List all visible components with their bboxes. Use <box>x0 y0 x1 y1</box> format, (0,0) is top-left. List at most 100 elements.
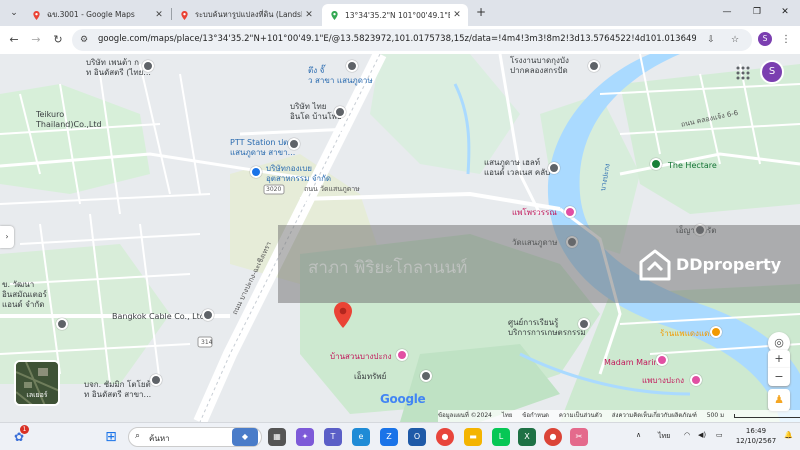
wifi-icon[interactable]: ◠ <box>684 431 690 439</box>
search-highlight-icon[interactable]: ◆ <box>232 428 258 446</box>
tab-landsmap[interactable]: ระบบค้นหารูปแปลงที่ดิน (LandsMap ✕ <box>172 4 320 26</box>
poi-marker[interactable] <box>420 370 432 382</box>
label-road-number: 3020 <box>266 186 282 193</box>
account-avatar[interactable]: S <box>760 60 784 84</box>
zoom-in-button[interactable]: + <box>768 350 790 368</box>
google-apps-icon[interactable] <box>736 66 750 80</box>
label-school: โรงงานบาดกุงบัง ปากคลองสกรปัด <box>510 56 569 75</box>
profile-avatar[interactable]: S <box>758 32 772 46</box>
feedback-link[interactable]: ส่งความคิดเห็นเกี่ยวกับผลิตภัณฑ์ <box>612 412 697 419</box>
windows-taskbar: ✿ 1 ⊞ ⌕ ค้นหา ◆ ▦ ✦ T e Z O ● ▬ L X ● ✂ … <box>0 422 800 450</box>
chrome-icon[interactable]: ● <box>436 428 454 446</box>
outlook-icon[interactable]: O <box>408 428 426 446</box>
poi-marker[interactable] <box>150 374 162 386</box>
new-tab-button[interactable]: + <box>474 5 488 19</box>
task-view-icon[interactable]: ▦ <box>268 428 286 446</box>
back-button[interactable]: ← <box>6 32 22 48</box>
poi-marker[interactable] <box>142 60 154 72</box>
label-teikuro: Teikuro Thailand)Co.,Ltd <box>36 110 102 129</box>
edge-icon[interactable]: e <box>352 428 370 446</box>
site-info-icon[interactable]: ⚙ <box>80 34 92 46</box>
bookmark-star-icon[interactable]: ☆ <box>728 33 742 47</box>
url-text[interactable]: google.com/maps/place/13°34'35.2"N+101°0… <box>98 34 696 44</box>
poi-marker[interactable] <box>564 206 576 218</box>
file-explorer-icon[interactable]: ▬ <box>464 428 482 446</box>
privacy-link[interactable]: ความเป็นส่วนตัว <box>559 412 602 419</box>
label-tiwa-park: บ้านสวนบางปะกง <box>330 352 392 361</box>
tab-close-icon[interactable]: ✕ <box>152 10 166 20</box>
tab-close-icon[interactable]: ✕ <box>450 10 464 20</box>
notification-badge: 1 <box>20 425 29 434</box>
poi-marker[interactable] <box>650 158 662 170</box>
minimize-button[interactable]: — <box>716 5 738 19</box>
poi-marker[interactable] <box>710 326 722 338</box>
watermark-agent-name: สาภา พิริยะโกลานนท์ <box>308 258 468 278</box>
google-logo: Google <box>380 392 426 406</box>
start-menu-icon[interactable]: ⊞ <box>102 428 120 446</box>
language-indicator[interactable]: ไทย <box>658 431 670 442</box>
label-enmart: เอ็มทรัพย์ <box>354 372 387 381</box>
zoom-out-button[interactable]: − <box>768 368 790 386</box>
poi-marker[interactable] <box>548 162 560 174</box>
poi-marker[interactable] <box>656 354 668 366</box>
google-logo-text: Google <box>380 392 426 406</box>
restore-button[interactable]: ❐ <box>746 5 768 19</box>
zoom-icon[interactable]: Z <box>380 428 398 446</box>
terms-link[interactable]: ข้อกำหนด <box>522 412 549 419</box>
street-view-pegman-icon[interactable]: ♟ <box>768 389 790 411</box>
label-ptt-sub: บริษัทกองเบย อุตสาหกรรม จำกัด <box>266 164 332 183</box>
poi-marker[interactable] <box>396 349 408 361</box>
poi-marker[interactable] <box>690 374 702 386</box>
system-clock[interactable]: 16:49 12/10/2567 <box>732 426 780 446</box>
label-top-left-company: บริษัท เพนต้า ก ท อินดัสตรี (ไทย... <box>86 58 151 77</box>
forward-button[interactable]: → <box>28 32 44 48</box>
label-road-code: 314 <box>201 339 213 346</box>
poi-marker[interactable] <box>334 106 346 118</box>
snipping-tool-icon[interactable]: ✂ <box>570 428 588 446</box>
battery-icon[interactable]: ▭ <box>716 431 723 439</box>
teams-icon[interactable]: T <box>324 428 342 446</box>
label-orange-place: ร้านแพแดงแดง <box>660 329 714 338</box>
label-left-bottom: บจก. ชัมมิก โตโยต้ ท อินดัสตรี สาขา... <box>84 380 152 399</box>
watermark-brand: DDproperty <box>676 255 782 274</box>
ddproperty-logo-icon <box>639 249 671 281</box>
browser-menu-icon[interactable]: ⋮ <box>780 32 792 48</box>
label-madam-marine: Madam Marine <box>604 358 664 367</box>
poi-marker[interactable] <box>578 318 590 330</box>
country-link[interactable]: ไทย <box>502 412 513 419</box>
poi-marker[interactable] <box>250 166 262 178</box>
poi-marker[interactable] <box>202 309 214 321</box>
location-pin-icon[interactable] <box>334 302 352 328</box>
copilot-icon[interactable]: ✦ <box>296 428 314 446</box>
label-paepriao: แพโพรวรรณ <box>512 208 557 217</box>
tray-overflow-icon[interactable]: ∧ <box>636 431 641 439</box>
map-canvas[interactable]: บริษัท เพนต้า ก ท อินดัสตรี (ไทย... Teik… <box>0 54 800 422</box>
label-hectare: The Hectare <box>668 161 717 170</box>
tab-strip: ⌄ ฉข.3001 - Google Maps ✕ ระบบค้นหารูปแป… <box>0 0 800 26</box>
clock-time: 16:49 <box>745 427 767 435</box>
tab-close-icon[interactable]: ✕ <box>302 10 316 20</box>
close-window-button[interactable]: ✕ <box>774 5 796 19</box>
chrome-profile-icon[interactable]: ● <box>544 428 562 446</box>
volume-icon[interactable]: ◀) <box>698 431 706 439</box>
install-app-icon[interactable]: ⇩ <box>704 33 718 47</box>
poi-marker[interactable] <box>588 60 600 72</box>
reload-button[interactable]: ↻ <box>50 32 66 48</box>
tab-google-maps-1[interactable]: ฉข.3001 - Google Maps ✕ <box>24 4 170 26</box>
scale-label[interactable]: 500 ม <box>707 412 724 419</box>
collapse-side-panel-button[interactable]: › <box>0 226 14 248</box>
notifications-icon[interactable]: 🔔 <box>784 431 793 439</box>
label-ptt: PTT Station ปตท. แสนภูดาษ สาขา... <box>230 138 296 157</box>
label-post-office: ตึง จั๊ ว สาขา แสนภูดาษ <box>308 66 373 85</box>
address-bar[interactable]: ⚙ google.com/maps/place/13°34'35.2"N+101… <box>72 29 752 51</box>
clock-date: 12/10/2567 <box>735 437 777 445</box>
label-road-wat: ถนน วัดแสนภูดาษ <box>304 185 360 193</box>
excel-icon[interactable]: X <box>518 428 536 446</box>
line-icon[interactable]: L <box>492 428 510 446</box>
layers-button[interactable]: เลเยอร์ <box>14 360 60 406</box>
tab-search-icon[interactable]: ⌄ <box>6 5 22 21</box>
tab-google-maps-active[interactable]: 13°34'35.2"N 101°00'49.1"E - Goo ✕ <box>322 4 468 26</box>
poi-marker[interactable] <box>56 318 68 330</box>
tab-title: ฉข.3001 - Google Maps <box>47 10 135 19</box>
poi-marker[interactable] <box>288 138 300 150</box>
